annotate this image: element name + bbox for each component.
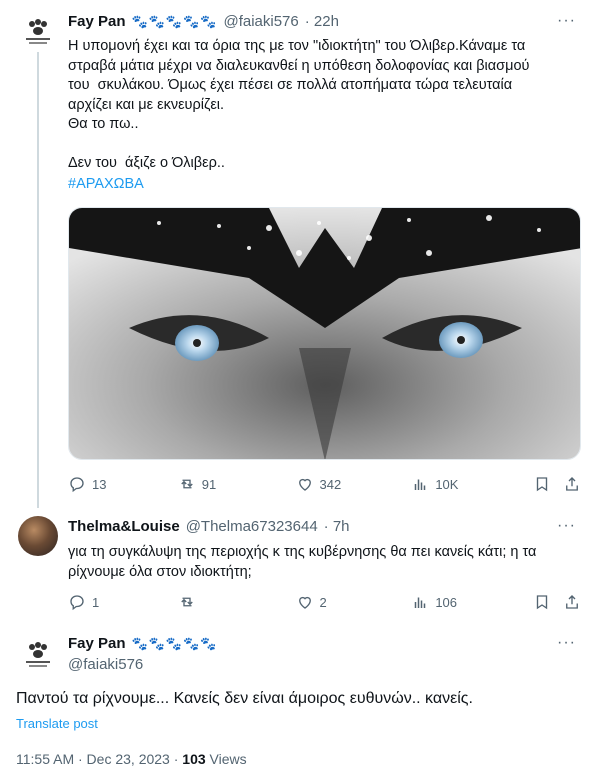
more-options-icon[interactable]: ··· (557, 634, 576, 652)
avatar-faypan[interactable] (18, 635, 58, 675)
avatar-thelma[interactable] (18, 516, 58, 556)
bookmark-icon (536, 477, 548, 492)
analytics-icon (415, 597, 426, 608)
share-icon (566, 595, 578, 609)
views-button[interactable]: 106 (411, 593, 533, 611)
tweet-image-husky[interactable] (68, 207, 581, 460)
paw-logo-icon (26, 19, 50, 44)
share-button[interactable] (563, 475, 583, 493)
tweet-actions: 1 2 106 (68, 590, 583, 614)
more-options-icon[interactable]: ··· (557, 517, 576, 535)
paw-logo-icon (26, 642, 50, 667)
reply-icon (70, 477, 84, 493)
author-handle[interactable]: @faiaki576 (223, 13, 298, 30)
retweet-button[interactable] (178, 593, 296, 611)
paw-emojis: 🐾🐾🐾🐾🐾 (131, 13, 218, 29)
tweet-header: Fay Pan 🐾🐾🐾🐾🐾 @faiaki576 · 22h (68, 13, 339, 30)
author-handle-row: @faiaki576 (68, 656, 143, 673)
husky-eyes-image (69, 208, 580, 459)
bookmark-button[interactable] (533, 593, 563, 611)
more-options-icon[interactable]: ··· (557, 12, 576, 30)
heart-icon (298, 596, 311, 609)
author-name[interactable]: Fay Pan (68, 635, 126, 652)
reply-count: 1 (92, 594, 100, 610)
translate-post-link[interactable]: Translate post (16, 716, 98, 731)
tweet-time[interactable]: · 7h (324, 518, 350, 535)
tweet-header: Fay Pan 🐾🐾🐾🐾🐾 (68, 635, 217, 652)
author-handle[interactable]: @Thelma67323644 (186, 518, 318, 535)
like-button[interactable]: 2 (296, 593, 412, 611)
views-count: 10K (435, 476, 459, 492)
views-count: 106 (435, 594, 458, 610)
tweet-header: Thelma&Louise @Thelma67323644 · 7h (68, 518, 350, 535)
tweet-timestamp[interactable]: 11:55 AM · Dec 23, 2023 · (16, 751, 182, 766)
bookmark-icon (536, 595, 548, 610)
reply-button[interactable]: 13 (68, 475, 178, 493)
tweet-text: Παντού τα ρίχνουμε... Κανείς δεν είναι ά… (16, 690, 473, 707)
author-name[interactable]: Thelma&Louise (68, 518, 180, 535)
reply-icon (70, 595, 84, 611)
views-count: 103 (182, 751, 206, 766)
tweet-faiaki-focused[interactable]: Fay Pan 🐾🐾🐾🐾🐾 @faiaki576 ··· Παντού τα ρ… (0, 625, 598, 766)
retweet-count: 91 (201, 476, 217, 492)
retweet-button[interactable]: 91 (178, 475, 296, 493)
tweet-text: για τη συγκάλυψη της περιοχής κ της κυβέ… (68, 544, 537, 580)
views-label: Views (205, 751, 247, 766)
like-button[interactable]: 342 (296, 475, 412, 493)
avatar-faypan[interactable] (18, 12, 58, 52)
tweet-text: Η υπομονή έχει και τα όρια της με τον "ι… (68, 38, 530, 171)
heart-icon (298, 478, 311, 491)
retweet-icon (181, 597, 193, 607)
share-button[interactable] (563, 593, 583, 611)
tweet-actions: 13 91 342 10K (68, 472, 583, 496)
views-button[interactable]: 10K (411, 475, 533, 493)
reply-button[interactable]: 1 (68, 593, 178, 611)
paw-emojis: 🐾🐾🐾🐾🐾 (131, 635, 218, 651)
hashtag-link[interactable]: #ΑΡΑΧΩΒΑ (68, 175, 144, 195)
share-icon (566, 477, 578, 491)
tweet-faiaki-1[interactable]: Fay Pan 🐾🐾🐾🐾🐾 @faiaki576 · 22h ··· Η υπο… (0, 0, 598, 500)
like-count: 342 (319, 476, 342, 492)
bookmark-button[interactable] (533, 475, 563, 493)
tweet-thelma[interactable]: Thelma&Louise @Thelma67323644 · 7h ··· γ… (0, 508, 598, 618)
retweet-icon (181, 479, 193, 489)
author-name[interactable]: Fay Pan (68, 13, 126, 30)
tweet-time[interactable]: · 22h (305, 13, 339, 30)
author-handle[interactable]: @faiaki576 (68, 656, 143, 673)
reply-count: 13 (92, 476, 107, 492)
like-count: 2 (319, 594, 327, 610)
tweet-metadata: 11:55 AM · Dec 23, 2023 · 103 Views (16, 751, 247, 766)
analytics-icon (415, 479, 426, 490)
